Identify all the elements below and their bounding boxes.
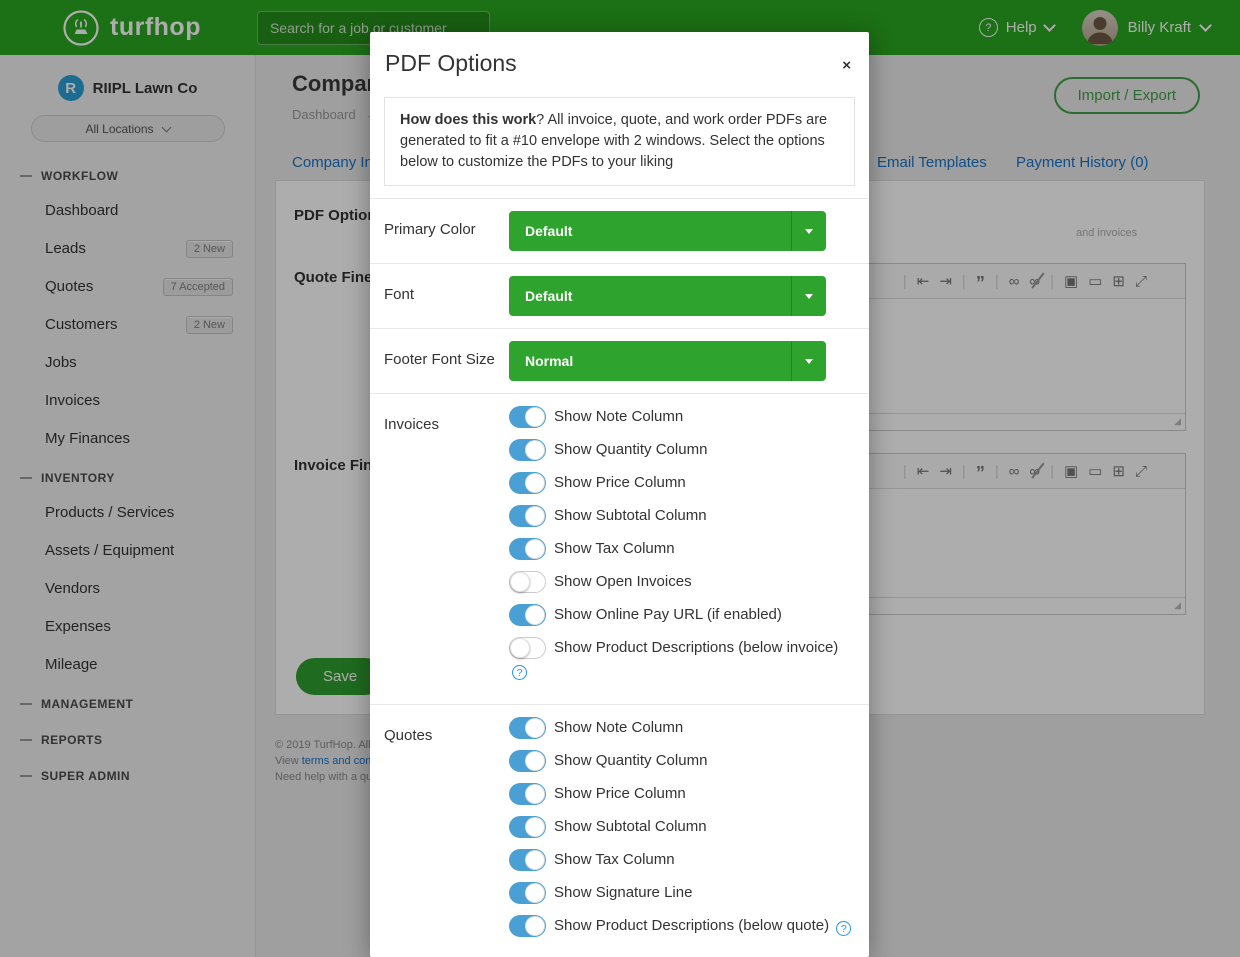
caret-down-icon: [791, 276, 826, 316]
pdf-options-modal: PDF Options × How does this work? All in…: [370, 32, 869, 957]
toggle-label: Show Price Column: [554, 785, 686, 802]
modal-row-label: Quotes: [384, 717, 509, 948]
toggle-label: Show Online Pay URL (if enabled): [554, 606, 782, 623]
modal-header: PDF Options ×: [370, 32, 869, 87]
modal-row-label: Font: [384, 276, 509, 316]
select-footer-font-size[interactable]: Normal: [509, 341, 826, 381]
toggle-row-show-product-descriptions-below-quote: Show Product Descriptions (below quote) …: [509, 915, 855, 937]
toggle-label: Show Quantity Column: [554, 441, 707, 458]
toggle-row-show-online-pay-url-if-enabled: Show Online Pay URL (if enabled): [509, 604, 855, 626]
modal-row-quotes: Quotes Show Note Column Show Quantity Colu…: [370, 704, 869, 957]
toggle-label: Show Product Descriptions (below invoice…: [554, 639, 838, 656]
toggle-show-product-descriptions-below-quote[interactable]: [509, 915, 546, 937]
toggle-knob-icon: [525, 817, 545, 837]
select-primary-color[interactable]: Default: [509, 211, 826, 251]
toggle-row-show-note-column: Show Note Column: [509, 406, 855, 428]
toggle-label: Show Open Invoices: [554, 573, 692, 590]
toggle-row-show-product-descriptions-below-invoice: Show Product Descriptions (below invoice…: [509, 637, 855, 681]
toggle-show-signature-line[interactable]: [509, 882, 546, 904]
toggle-knob-icon: [525, 506, 545, 526]
toggle-row-show-quantity-column: Show Quantity Column: [509, 439, 855, 461]
toggle-row-show-subtotal-column: Show Subtotal Column: [509, 505, 855, 527]
modal-row-label: Invoices: [384, 406, 509, 692]
select-font[interactable]: Default: [509, 276, 826, 316]
select-value: Normal: [525, 353, 573, 369]
toggle-show-subtotal-column[interactable]: [509, 505, 546, 527]
modal-rows: Primary Color Default Font Default Footer Fo…: [370, 198, 869, 957]
help-icon[interactable]: ?: [836, 921, 851, 936]
toggle-knob-icon: [525, 718, 545, 738]
toggle-label: Show Note Column: [554, 408, 683, 425]
toggle-show-note-column[interactable]: [509, 406, 546, 428]
toggle-row-show-quantity-column: Show Quantity Column: [509, 750, 855, 772]
toggle-show-quantity-column[interactable]: [509, 439, 546, 461]
modal-description: How does this work? All invoice, quote, …: [384, 97, 855, 186]
modal-title: PDF Options: [385, 50, 853, 77]
toggle-show-product-descriptions-below-invoice[interactable]: [509, 637, 546, 659]
toggle-row-show-subtotal-column: Show Subtotal Column: [509, 816, 855, 838]
caret-down-icon: [791, 341, 826, 381]
toggle-row-show-price-column: Show Price Column: [509, 783, 855, 805]
toggle-show-quantity-column[interactable]: [509, 750, 546, 772]
help-icon[interactable]: ?: [512, 665, 527, 680]
modal-row-content: Show Note Column Show Quantity Column Show…: [509, 406, 855, 692]
toggle-show-subtotal-column[interactable]: [509, 816, 546, 838]
toggle-knob-icon: [525, 473, 545, 493]
toggle-label: Show Subtotal Column: [554, 818, 707, 835]
toggle-knob-icon: [510, 638, 530, 658]
modal-row-primary-color: Primary Color Default: [370, 198, 869, 263]
toggle-show-note-column[interactable]: [509, 717, 546, 739]
toggle-knob-icon: [525, 407, 545, 427]
toggle-knob-icon: [525, 850, 545, 870]
toggle-show-tax-column[interactable]: [509, 849, 546, 871]
toggle-knob-icon: [510, 572, 530, 592]
toggle-knob-icon: [525, 539, 545, 559]
toggle-row-show-open-invoices: Show Open Invoices: [509, 571, 855, 593]
select-value: Default: [525, 288, 572, 304]
toggle-label: Show Product Descriptions (below quote): [554, 917, 829, 934]
description-bold: How does this work: [400, 112, 536, 128]
toggle-knob-icon: [525, 784, 545, 804]
toggle-label: Show Subtotal Column: [554, 507, 707, 524]
toggle-label: Show Price Column: [554, 474, 686, 491]
toggle-row-show-signature-line: Show Signature Line: [509, 882, 855, 904]
toggle-show-tax-column[interactable]: [509, 538, 546, 560]
close-icon[interactable]: ×: [842, 58, 851, 73]
toggle-show-online-pay-url-if-enabled[interactable]: [509, 604, 546, 626]
toggle-show-open-invoices[interactable]: [509, 571, 546, 593]
select-value: Default: [525, 223, 572, 239]
toggle-knob-icon: [525, 605, 545, 625]
caret-down-icon: [791, 211, 826, 251]
page: turfhop ? Help Billy Kraft: [0, 0, 1240, 957]
modal-row-label: Footer Font Size: [384, 341, 509, 381]
toggle-label: Show Note Column: [554, 719, 683, 736]
toggle-label: Show Signature Line: [554, 884, 692, 901]
toggle-label: Show Quantity Column: [554, 752, 707, 769]
modal-row-content: Default: [509, 276, 855, 316]
toggle-show-price-column[interactable]: [509, 783, 546, 805]
toggle-row-show-tax-column: Show Tax Column: [509, 849, 855, 871]
toggle-label: Show Tax Column: [554, 851, 675, 868]
toggle-knob-icon: [525, 883, 545, 903]
toggle-row-show-note-column: Show Note Column: [509, 717, 855, 739]
modal-row-label: Primary Color: [384, 211, 509, 251]
toggle-label: Show Tax Column: [554, 540, 675, 557]
modal-row-content: Show Note Column Show Quantity Column Show…: [509, 717, 855, 948]
toggle-knob-icon: [525, 916, 545, 936]
modal-row-footer-font-size: Footer Font Size Normal: [370, 328, 869, 393]
toggle-knob-icon: [525, 751, 545, 771]
modal-row-invoices: Invoices Show Note Column Show Quantity Co…: [370, 393, 869, 704]
toggle-row-show-tax-column: Show Tax Column: [509, 538, 855, 560]
modal-row-font: Font Default: [370, 263, 869, 328]
toggle-row-show-price-column: Show Price Column: [509, 472, 855, 494]
modal-row-content: Normal: [509, 341, 855, 381]
toggle-knob-icon: [525, 440, 545, 460]
toggle-show-price-column[interactable]: [509, 472, 546, 494]
modal-row-content: Default: [509, 211, 855, 251]
